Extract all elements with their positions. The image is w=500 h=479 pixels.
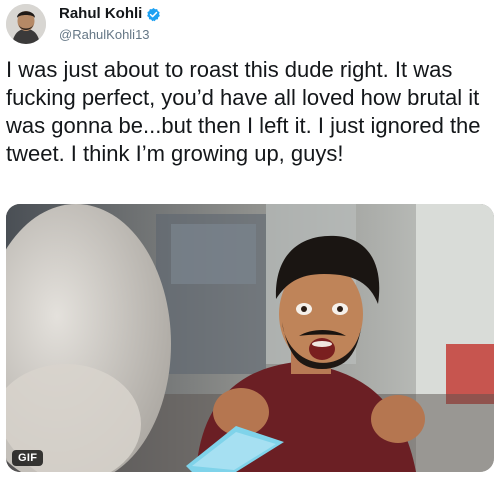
verified-badge-icon: [146, 7, 161, 22]
gif-still-frame: [6, 204, 494, 472]
tweet-card: Rahul Kohli @RahulKohli13 I was just abo…: [0, 0, 500, 479]
author-name-row: Rahul Kohli: [59, 5, 161, 23]
author-avatar[interactable]: [6, 4, 46, 44]
avatar-photo-icon: [6, 4, 46, 44]
tweet-gif-media[interactable]: GIF: [6, 204, 494, 472]
gif-badge: GIF: [12, 450, 44, 466]
tweet-header: Rahul Kohli @RahulKohli13: [6, 4, 161, 44]
author-handle[interactable]: @RahulKohli13: [59, 27, 161, 43]
author-names: Rahul Kohli @RahulKohli13: [59, 5, 161, 43]
tweet-text: I was just about to roast this dude righ…: [6, 57, 487, 166]
author-display-name[interactable]: Rahul Kohli: [59, 5, 142, 23]
